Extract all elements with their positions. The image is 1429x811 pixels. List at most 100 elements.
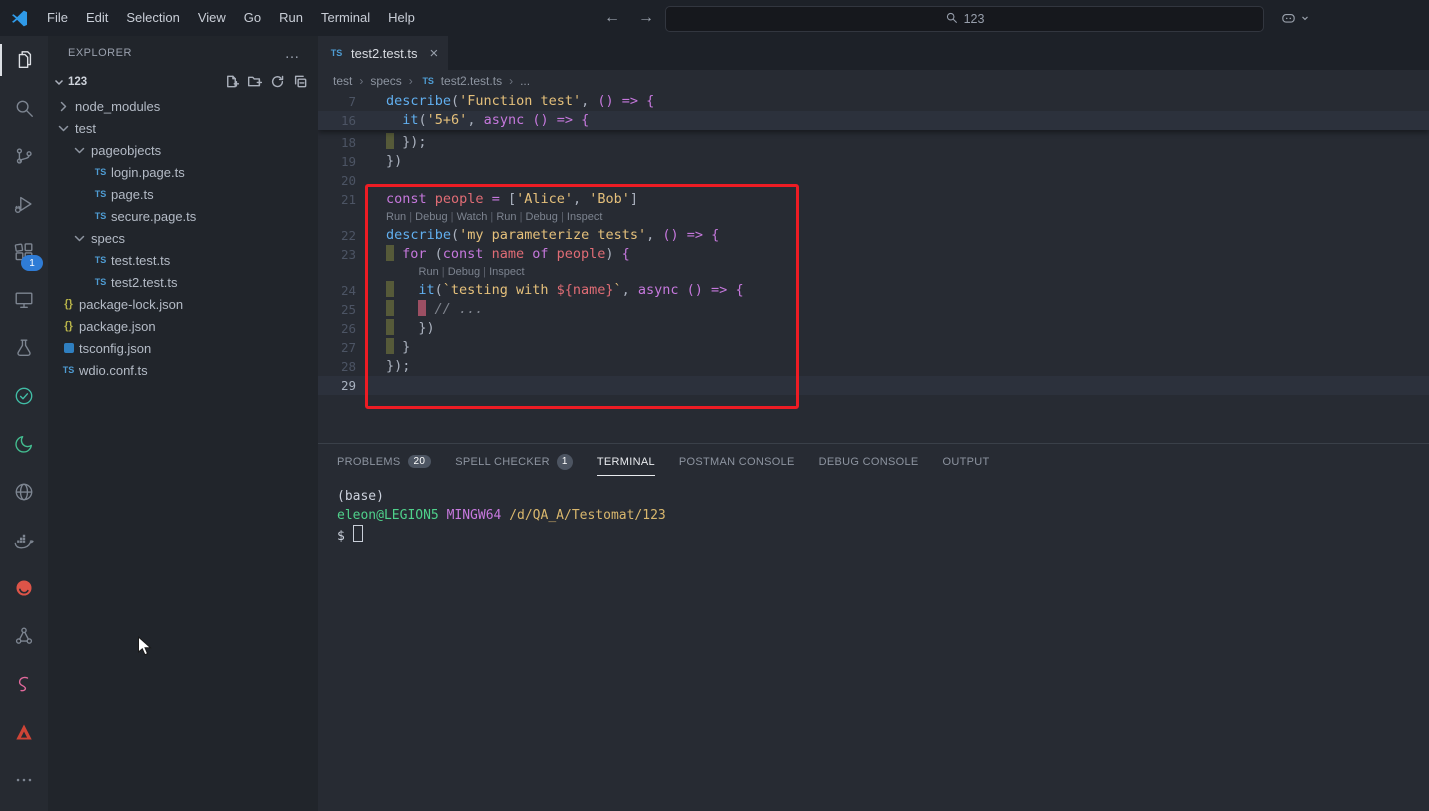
panel-tab-terminal[interactable]: TERMINAL — [597, 447, 655, 476]
extensions-activity-item[interactable]: 1 — [0, 228, 48, 276]
collapse-all-icon[interactable] — [293, 74, 308, 89]
tree-item-secure-page-ts[interactable]: TSsecure.page.ts — [48, 205, 318, 227]
code-content: }) — [356, 319, 435, 338]
code-line-7[interactable]: 7describe('Function test', () => { — [318, 92, 1429, 111]
editor-tab-bar: TS test2.test.ts × — [318, 36, 1429, 70]
check-circle-activity-item[interactable] — [0, 372, 48, 420]
back-arrow-icon[interactable]: ← — [604, 9, 620, 27]
terminal-cursor[interactable] — [353, 525, 363, 542]
code-line-20[interactable]: 20 — [318, 171, 1429, 190]
code-token: ` — [614, 282, 622, 298]
tree-item-test-test-ts[interactable]: TStest.test.ts — [48, 249, 318, 271]
typescript-file-icon: TS — [92, 211, 109, 221]
codelens-inspect[interactable]: Inspect — [489, 266, 524, 278]
codelens-inspect[interactable]: Inspect — [567, 211, 602, 223]
copilot-icon[interactable] — [1280, 0, 1310, 36]
code-line-16[interactable]: 16 it('5+6', async () => { — [318, 111, 1429, 130]
tree-item-login-page-ts[interactable]: TSlogin.page.ts — [48, 161, 318, 183]
tree-item-test[interactable]: test — [48, 117, 318, 139]
code-line-26[interactable]: 26 }) — [318, 319, 1429, 338]
code-line-22[interactable]: 22describe('my parameterize tests', () =… — [318, 226, 1429, 245]
code-line-29[interactable]: 29 — [318, 376, 1429, 395]
menu-edit[interactable]: Edit — [77, 0, 117, 36]
views-more-icon[interactable]: … — [285, 45, 301, 62]
codelens-run[interactable]: Run — [496, 211, 516, 223]
test-beaker-activity-item[interactable] — [0, 324, 48, 372]
workspace-section-header[interactable]: 123 — [48, 70, 318, 93]
code-line-25[interactable]: 25 // ... — [318, 300, 1429, 319]
menu-terminal[interactable]: Terminal — [312, 0, 379, 36]
codelens-watch[interactable]: Watch — [457, 211, 488, 223]
code-token — [394, 339, 402, 355]
code-line-18[interactable]: 18 }); — [318, 133, 1429, 152]
tree-item-specs[interactable]: specs — [48, 227, 318, 249]
codelens-debug[interactable]: Debug — [526, 211, 558, 223]
breadcrumb-test[interactable]: test — [333, 74, 352, 88]
molecule-activity-item[interactable] — [0, 612, 48, 660]
codelens-separator: | — [517, 211, 526, 223]
panel-tab-problems[interactable]: PROBLEMS20 — [337, 447, 431, 476]
new-folder-icon[interactable] — [247, 74, 262, 89]
code-line-27[interactable]: 27 } — [318, 338, 1429, 357]
panel-tab-output[interactable]: OUTPUT — [943, 447, 990, 476]
remote-explorer-activity-item[interactable] — [0, 276, 48, 324]
run-debug-activity-item[interactable] — [0, 180, 48, 228]
terminal[interactable]: (base)eleon@LEGION5 MINGW64 /d/QA_A/Test… — [318, 479, 1429, 546]
tree-item-package-lock-json[interactable]: {}package-lock.json — [48, 293, 318, 315]
menu-run[interactable]: Run — [270, 0, 312, 36]
tree-item-page-ts[interactable]: TSpage.ts — [48, 183, 318, 205]
globe-activity-item[interactable] — [0, 468, 48, 516]
tree-item-wdio-conf-ts[interactable]: TSwdio.conf.ts — [48, 359, 318, 381]
code-token: ) — [605, 246, 621, 262]
flamingo-activity-item[interactable] — [0, 660, 48, 708]
terminal-text: $ — [337, 529, 353, 544]
command-center-search[interactable]: 123 — [665, 6, 1264, 32]
panel-tab-debug-console[interactable]: DEBUG CONSOLE — [819, 447, 919, 476]
sticky-scroll: 7describe('Function test', () => {16 it(… — [318, 92, 1429, 130]
search-activity-item[interactable] — [0, 84, 48, 132]
code-line-23[interactable]: 23 for (const name of people) { — [318, 245, 1429, 264]
code-line-28[interactable]: 28}); — [318, 357, 1429, 376]
code-line-21[interactable]: 21const people = ['Alice', 'Bob'] — [318, 190, 1429, 209]
menu-file[interactable]: File — [38, 0, 77, 36]
tree-item-test2-test-ts[interactable]: TStest2.test.ts — [48, 271, 318, 293]
source-control-activity-item[interactable] — [0, 132, 48, 180]
code-editor[interactable]: 7describe('Function test', () => {16 it(… — [318, 92, 1429, 443]
red-dot-activity-item[interactable] — [0, 564, 48, 612]
close-icon[interactable]: × — [429, 45, 438, 62]
docker-activity-item[interactable] — [0, 516, 48, 564]
forward-arrow-icon[interactable]: → — [638, 9, 654, 27]
explorer-activity-item[interactable] — [0, 36, 48, 84]
panel-tab-postman-console[interactable]: POSTMAN CONSOLE — [679, 447, 795, 476]
more-activity-item[interactable] — [0, 756, 48, 804]
menu-selection[interactable]: Selection — [117, 0, 188, 36]
menu-help[interactable]: Help — [379, 0, 424, 36]
tree-item-pageobjects[interactable]: pageobjects — [48, 139, 318, 161]
code-line-24[interactable]: 24 it(`testing with ${name}`, async () =… — [318, 281, 1429, 300]
chevron-down-icon — [1300, 13, 1310, 23]
menu-view[interactable]: View — [189, 0, 235, 36]
tree-item-label: wdio.conf.ts — [79, 363, 148, 378]
tree-item-node-modules[interactable]: node_modules — [48, 95, 318, 117]
crescent-activity-item[interactable] — [0, 420, 48, 468]
code-line-19[interactable]: 19}) — [318, 152, 1429, 171]
triangle-activity-item[interactable] — [0, 708, 48, 756]
breadcrumb-specs[interactable]: specs — [370, 74, 401, 88]
tsconfig-file-icon — [60, 343, 77, 353]
new-file-icon[interactable] — [224, 74, 239, 89]
tab-test2-test-ts[interactable]: TS test2.test.ts × — [318, 36, 448, 70]
tree-item-tsconfig-json[interactable]: tsconfig.json — [48, 337, 318, 359]
codelens-debug[interactable]: Debug — [415, 211, 447, 223]
refresh-icon[interactable] — [270, 74, 285, 89]
tree-item-package-json[interactable]: {}package.json — [48, 315, 318, 337]
codelens-run[interactable]: Run — [386, 211, 406, 223]
menu-go[interactable]: Go — [235, 0, 270, 36]
panel-tab-spell-checker[interactable]: SPELL CHECKER1 — [455, 447, 573, 476]
vscode-logo-icon[interactable] — [0, 9, 38, 28]
typescript-file-icon: TS — [60, 365, 77, 375]
codelens-run[interactable]: Run — [419, 266, 439, 278]
codelens-debug[interactable]: Debug — [448, 266, 480, 278]
breadcrumb-test2-test-ts[interactable]: TStest2.test.ts — [420, 74, 502, 88]
code-content: } — [356, 338, 410, 357]
breadcrumb--[interactable]: ... — [520, 74, 530, 88]
